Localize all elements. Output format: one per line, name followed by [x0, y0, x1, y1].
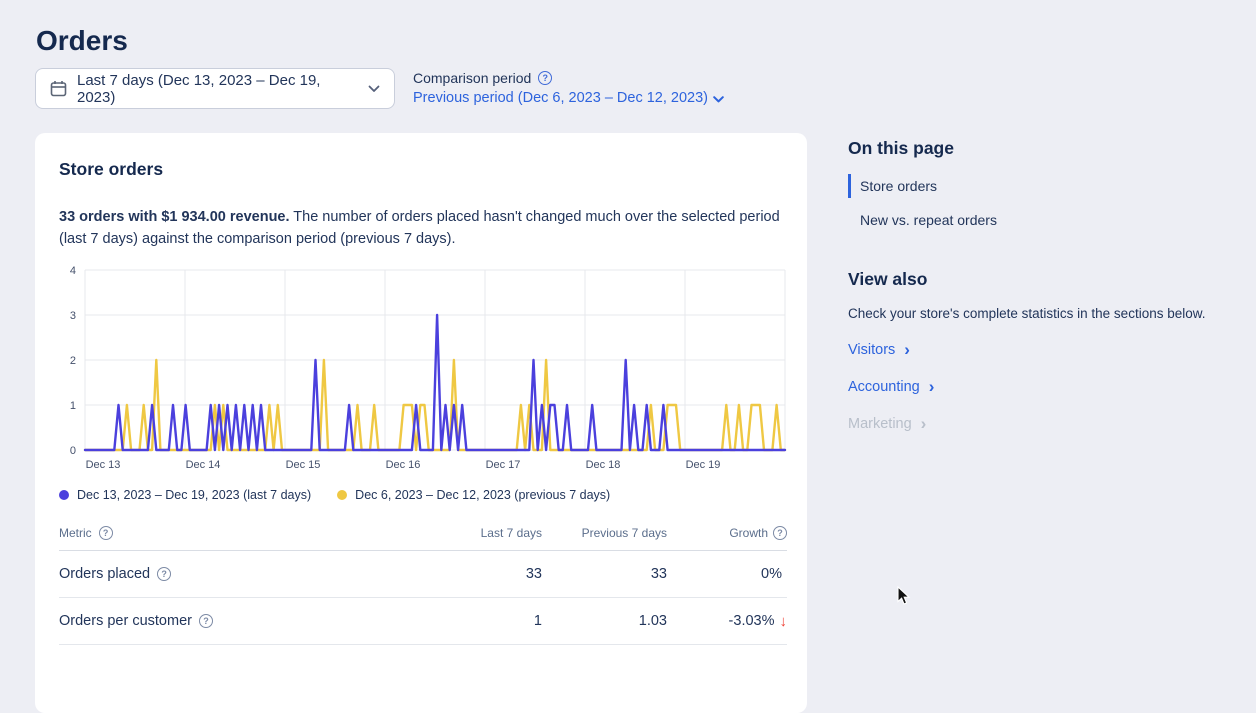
legend-label-previous: Dec 6, 2023 – Dec 12, 2023 (previous 7 d…: [355, 488, 610, 502]
col-growth: Growth: [729, 526, 768, 540]
chevron-right-icon: ›: [929, 378, 935, 395]
svg-text:Dec 19: Dec 19: [686, 459, 721, 471]
chevron-down-icon: [368, 85, 380, 93]
col-last-7-days: Last 7 days: [432, 526, 542, 540]
date-range-value: Last 7 days (Dec 13, 2023 – Dec 19, 2023…: [77, 72, 358, 106]
help-icon[interactable]: ?: [538, 71, 552, 85]
svg-text:0: 0: [70, 445, 76, 457]
calendar-icon: [50, 80, 67, 97]
toc-item-store-orders[interactable]: Store orders: [848, 173, 1238, 199]
comparison-value: Previous period (Dec 6, 2023 – Dec 12, 2…: [413, 90, 708, 106]
link-label: Visitors: [848, 342, 895, 358]
legend-dot-previous: [337, 490, 347, 500]
help-icon[interactable]: ?: [773, 526, 787, 540]
svg-text:Dec 18: Dec 18: [586, 459, 621, 471]
col-metric: Metric: [59, 526, 92, 540]
card-title: Store orders: [59, 159, 783, 180]
metric-last-value: 33: [432, 566, 542, 582]
legend-dot-current: [59, 490, 69, 500]
chevron-right-icon: ›: [921, 415, 927, 432]
metric-last-value: 1: [432, 613, 542, 629]
legend-label-current: Dec 13, 2023 – Dec 19, 2023 (last 7 days…: [77, 488, 311, 502]
svg-text:Dec 14: Dec 14: [186, 459, 221, 471]
svg-text:1: 1: [70, 400, 76, 412]
trend-down-icon: ↓: [780, 613, 788, 630]
view-also-title: View also: [848, 269, 1238, 290]
link-accounting[interactable]: Accounting ›: [848, 379, 1238, 395]
legend-item-previous: Dec 6, 2023 – Dec 12, 2023 (previous 7 d…: [337, 488, 610, 502]
orders-line-chart: 0 1 2 3 4 Dec 13 Dec 14 Dec 15 Dec 16 Dec 17 Dec 1…: [59, 262, 789, 476]
svg-text:Dec 13: Dec 13: [86, 459, 121, 471]
chart-legend: Dec 13, 2023 – Dec 19, 2023 (last 7 days…: [59, 488, 783, 502]
legend-item-current: Dec 13, 2023 – Dec 19, 2023 (last 7 days…: [59, 488, 311, 502]
link-visitors[interactable]: Visitors ›: [848, 342, 1238, 358]
view-also-description: Check your store's complete statistics i…: [848, 306, 1238, 321]
svg-text:Dec 16: Dec 16: [386, 459, 421, 471]
metric-label: Orders placed: [59, 566, 150, 582]
store-orders-card: Store orders 33 orders with $1 934.00 re…: [35, 133, 807, 713]
mouse-cursor: [897, 586, 911, 611]
metrics-table: Metric ? Last 7 days Previous 7 days Gro…: [59, 526, 787, 645]
orders-chart: 0 1 2 3 4 Dec 13 Dec 14 Dec 15 Dec 16 Dec 17 Dec 1…: [59, 262, 783, 476]
svg-text:2: 2: [70, 355, 76, 367]
toc-item-label: New vs. repeat orders: [860, 212, 997, 228]
svg-text:Dec 15: Dec 15: [286, 459, 321, 471]
metric-previous-value: 33: [542, 566, 667, 582]
table-of-contents: Store orders New vs. repeat orders: [848, 173, 1238, 233]
comparison-label: Comparison period: [413, 70, 531, 86]
chevron-right-icon: ›: [904, 341, 910, 358]
table-row: Orders per customer ? 1 1.03 -3.03% ↓: [59, 598, 787, 645]
comparison-period: Comparison period ? Previous period (Dec…: [413, 70, 724, 106]
orders-summary: 33 orders with $1 934.00 revenue. The nu…: [59, 206, 787, 250]
page-title: Orders: [36, 25, 128, 57]
on-this-page-title: On this page: [848, 138, 1238, 159]
svg-text:3: 3: [70, 310, 76, 322]
link-label: Accounting: [848, 379, 920, 395]
help-icon[interactable]: ?: [157, 567, 171, 581]
help-icon[interactable]: ?: [199, 614, 213, 628]
table-header-row: Metric ? Last 7 days Previous 7 days Gro…: [59, 526, 787, 551]
date-range-selector[interactable]: Last 7 days (Dec 13, 2023 – Dec 19, 2023…: [35, 68, 395, 109]
link-marketing[interactable]: Marketing ›: [848, 416, 1238, 432]
metric-label: Orders per customer: [59, 613, 192, 629]
svg-text:4: 4: [70, 265, 76, 277]
link-label: Marketing: [848, 416, 912, 432]
page-sidebar: On this page Store orders New vs. repeat…: [848, 138, 1238, 432]
toc-item-label: Store orders: [860, 178, 937, 194]
col-previous-7-days: Previous 7 days: [542, 526, 667, 540]
help-icon[interactable]: ?: [99, 526, 113, 540]
table-row: Orders placed ? 33 33 0%: [59, 551, 787, 598]
chevron-down-icon: [713, 96, 724, 103]
metric-previous-value: 1.03: [542, 613, 667, 629]
comparison-period-selector[interactable]: Previous period (Dec 6, 2023 – Dec 12, 2…: [413, 90, 724, 106]
metric-growth-value: 0%: [761, 566, 782, 582]
metric-growth-value: -3.03%: [729, 613, 775, 629]
view-also-section: View also Check your store's complete st…: [848, 269, 1238, 432]
summary-highlight: 33 orders with $1 934.00 revenue.: [59, 209, 290, 225]
svg-text:Dec 17: Dec 17: [486, 459, 521, 471]
toc-item-new-vs-repeat[interactable]: New vs. repeat orders: [848, 207, 1238, 233]
